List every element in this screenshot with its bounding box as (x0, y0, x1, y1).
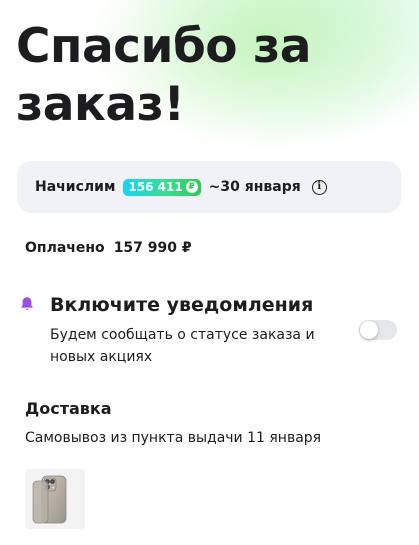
notifications-description: Будем сообщать о статусе заказа и новых … (50, 327, 315, 365)
page-title: Спасибо за заказ! (16, 19, 311, 132)
cashback-date: ~30 января (208, 179, 301, 195)
delivery-info: Самовывоз из пункта выдачи 11 января (25, 430, 322, 446)
toggle-knob (360, 321, 378, 339)
payment-summary: Оплачено 157 990 ₽ (25, 240, 192, 256)
notifications-title: Включите уведомления (50, 294, 314, 316)
points-badge: 156 411 ₽ (123, 178, 201, 196)
coin-icon: ₽ (185, 181, 198, 193)
payment-amount: 157 990 ₽ (113, 240, 192, 256)
product-thumbnail[interactable] (25, 469, 85, 529)
payment-label: Оплачено (25, 240, 105, 256)
info-icon[interactable]: i (311, 179, 327, 195)
points-value: 156 411 (128, 180, 183, 194)
bell-icon (21, 297, 33, 310)
delivery-title: Доставка (25, 399, 112, 418)
cashback-banner[interactable]: Начислим 156 411 ₽ ~30 января i (17, 161, 401, 213)
phone-image (32, 475, 67, 524)
cashback-prefix: Начислим (35, 179, 116, 195)
notifications-toggle[interactable] (359, 320, 397, 340)
